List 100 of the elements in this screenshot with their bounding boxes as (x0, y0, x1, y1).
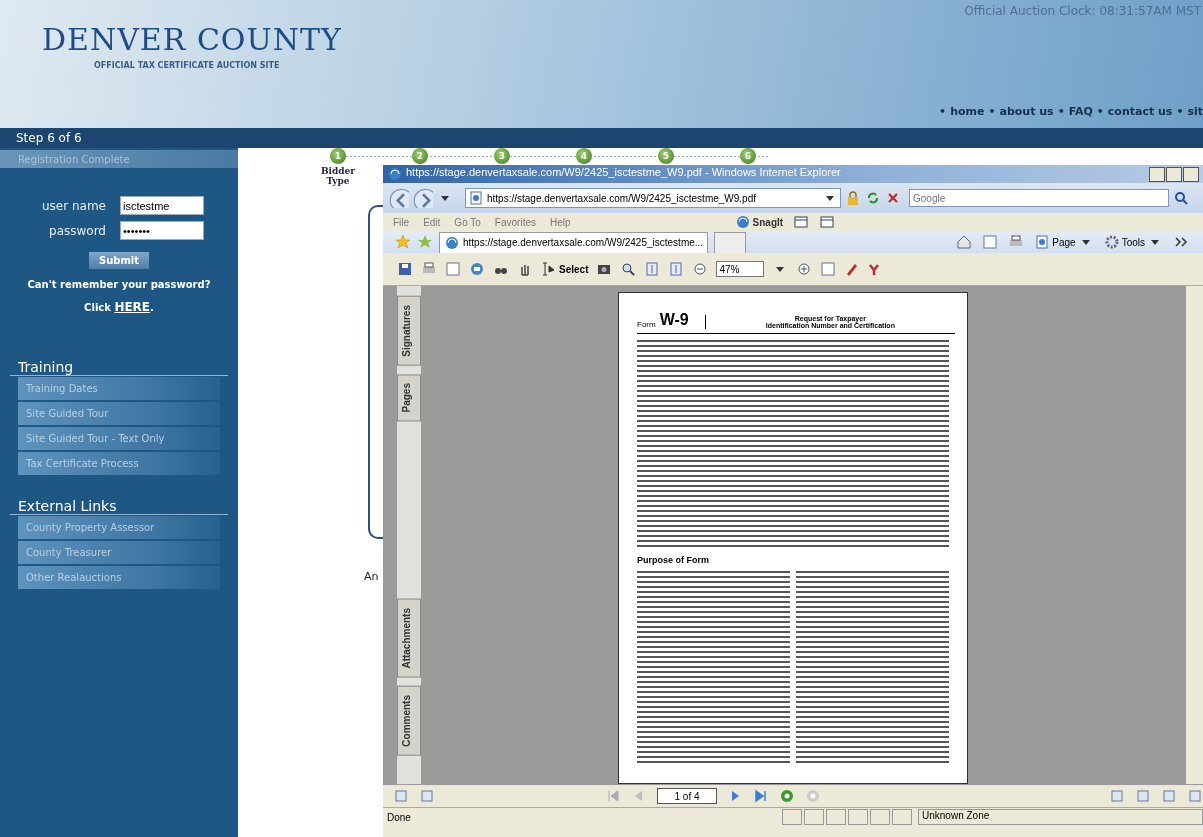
status-cell (848, 809, 868, 825)
window-icon[interactable] (793, 214, 810, 230)
period-text: . (150, 302, 154, 313)
refresh-icon[interactable] (865, 190, 881, 206)
nav-separator: • (939, 105, 947, 118)
continuous-icon[interactable] (1135, 788, 1151, 804)
save-icon[interactable] (397, 261, 413, 277)
status-cell (782, 809, 802, 825)
back-button-icon[interactable] (389, 188, 409, 208)
step-number-circle: 4 (576, 148, 592, 164)
nav-link[interactable]: FAQ (1068, 105, 1093, 118)
scrollbar[interactable] (1185, 286, 1203, 784)
password-label: password (48, 223, 107, 238)
forward-button-icon[interactable] (413, 188, 433, 208)
gear-icon (1103, 234, 1120, 250)
go-back-icon[interactable] (779, 788, 795, 804)
side-tab[interactable]: Comments (397, 685, 421, 756)
address-text: https://stage.denvertaxsale.com/W9/2425_isctestme_W9.pdf (487, 192, 758, 204)
select-tool-button[interactable]: Select (541, 261, 589, 277)
last-page-icon[interactable] (753, 788, 769, 804)
nav-separator: • (1096, 105, 1104, 118)
nav-link[interactable]: home (950, 105, 985, 118)
command-label: Page (1052, 236, 1076, 248)
password-field[interactable]: ••••••• (120, 221, 204, 240)
zoom-icon[interactable] (620, 261, 637, 277)
select-label: Select (559, 263, 589, 275)
menu-item[interactable]: Favorites (494, 216, 536, 228)
snagit-button[interactable]: SnagIt (734, 214, 784, 230)
new-tab-button[interactable] (714, 231, 747, 253)
single-page-icon[interactable] (1109, 788, 1125, 804)
side-tab[interactable]: Pages (397, 373, 421, 422)
nav-separator: • (988, 105, 996, 118)
step-number-circle: 2 (412, 148, 428, 164)
close-button[interactable] (1183, 166, 1199, 182)
step-number-circle: 1 (330, 148, 346, 164)
cursor-icon (541, 261, 557, 277)
nav-link[interactable]: sit (1187, 105, 1203, 118)
click-text: Click (84, 302, 112, 313)
menu-item[interactable]: Go To (454, 216, 481, 228)
status-cell (804, 809, 824, 825)
command-button[interactable]: Page (1034, 234, 1094, 250)
address-bar[interactable]: https://stage.denvertaxsale.com/W9/2425_isctestme_W9.pdf (465, 188, 841, 208)
browser-tab[interactable]: https://stage.denvertaxsale.com/W9/2425_isctestme... (439, 231, 709, 253)
pages-icon[interactable] (393, 788, 409, 804)
nav-link[interactable]: about us (999, 105, 1054, 118)
browser-icon (387, 166, 403, 182)
side-tab[interactable]: Attachments (397, 599, 421, 678)
command-button[interactable]: Tools (1103, 234, 1163, 250)
status-cell (870, 809, 890, 825)
username-label: user name (40, 198, 107, 213)
zoom-field[interactable]: 47% (716, 261, 765, 277)
home-icon[interactable] (956, 234, 973, 250)
step-number-circle: 5 (658, 148, 674, 164)
minimize-button[interactable] (1149, 166, 1165, 182)
fit-width-icon[interactable] (668, 261, 685, 277)
site-logo-title: DENVER COUNTY (42, 22, 342, 57)
nav-separator: • (1057, 105, 1065, 118)
sidebar-section-heading: Training (10, 359, 228, 376)
step-indicator: Step 6 of 6 (0, 128, 1203, 148)
tab-title: https://stage.denvertaxsale.com/W9/2425_isctestme... (463, 237, 704, 248)
step-number-circle: 3 (494, 148, 510, 164)
menu-item[interactable]: File (393, 216, 410, 228)
window-title: https://stage.denvertaxsale.com/W9/2425_isctestme_W9.pdf - Windows Internet Explorer (406, 166, 841, 180)
zoom-in-icon[interactable] (796, 261, 813, 277)
site-logo-subtitle: OFFICIAL TAX CERTIFICATE AUCTION SITE (93, 61, 281, 70)
status-cell (826, 809, 846, 825)
here-link[interactable]: HERE (114, 300, 151, 314)
command-label: Tools (1121, 236, 1145, 248)
section-heading: Purpose of Form (637, 555, 710, 565)
search-field[interactable]: Google (909, 189, 1169, 207)
search-icon[interactable] (1173, 190, 1189, 206)
form-number: W-9 (659, 311, 689, 329)
side-tab[interactable]: Signatures (397, 296, 421, 366)
sidebar-section-heading: External Links (10, 498, 228, 515)
sidebar-status-item: Registration Complete (0, 150, 238, 168)
maximize-button[interactable] (1166, 166, 1182, 182)
username-field[interactable]: isctestme (120, 196, 204, 215)
sidebar-link[interactable]: Site Guided Tour - Text Only (18, 427, 220, 450)
email-icon[interactable] (469, 261, 485, 277)
lock-icon[interactable] (845, 190, 861, 206)
step-label: Bidder Type (319, 166, 357, 186)
nav-link[interactable]: contact us (1107, 105, 1173, 118)
partial-text: An (364, 570, 379, 583)
favorites-star-icon[interactable] (395, 234, 411, 250)
status-cell (892, 809, 912, 825)
form-label: Form (637, 320, 656, 329)
status-text: Done (386, 811, 412, 823)
first-page-icon[interactable] (605, 788, 621, 804)
submit-button[interactable]: Submit (88, 252, 150, 269)
menu-item[interactable]: Edit (423, 216, 441, 228)
snagit-label: SnagIt (752, 216, 784, 228)
fit-page-icon[interactable] (644, 261, 661, 277)
security-zone: Unknown Zone (918, 809, 1203, 825)
zoom-out-icon[interactable] (692, 261, 709, 277)
swirl-icon (734, 214, 751, 230)
forgot-password-text: Can't remember your password? (26, 278, 212, 292)
window-icon[interactable] (819, 214, 836, 230)
nav-separator: • (1176, 105, 1184, 118)
menu-item[interactable]: Help (550, 216, 571, 228)
page-number-field[interactable]: 1 of 4 (657, 788, 717, 804)
